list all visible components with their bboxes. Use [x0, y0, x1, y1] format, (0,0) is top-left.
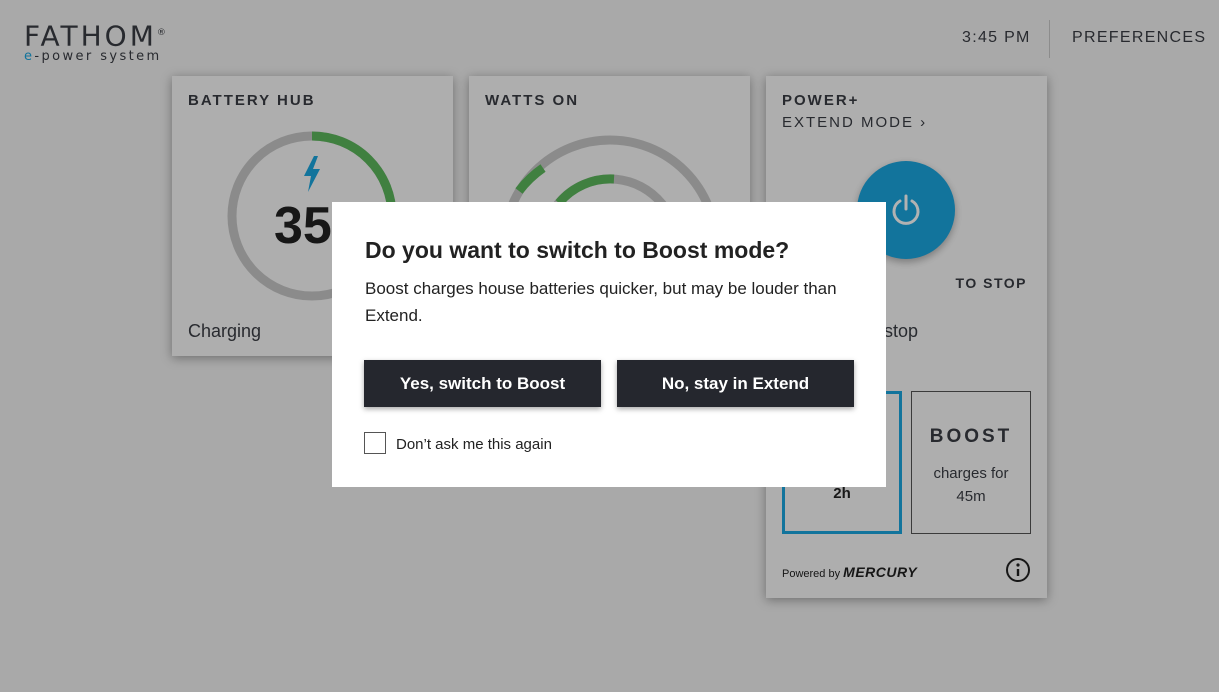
boost-confirm-dialog: Do you want to switch to Boost mode? Boo…: [332, 202, 886, 487]
stay-in-extend-button[interactable]: No, stay in Extend: [617, 360, 854, 407]
dont-ask-again-label[interactable]: Don’t ask me this again: [396, 436, 552, 453]
switch-to-boost-button[interactable]: Yes, switch to Boost: [364, 360, 601, 407]
dont-ask-again-checkbox[interactable]: [364, 432, 386, 454]
dialog-body: Boost charges house batteries quicker, b…: [365, 279, 837, 325]
dialog-title: Do you want to switch to Boost mode?: [365, 237, 790, 263]
